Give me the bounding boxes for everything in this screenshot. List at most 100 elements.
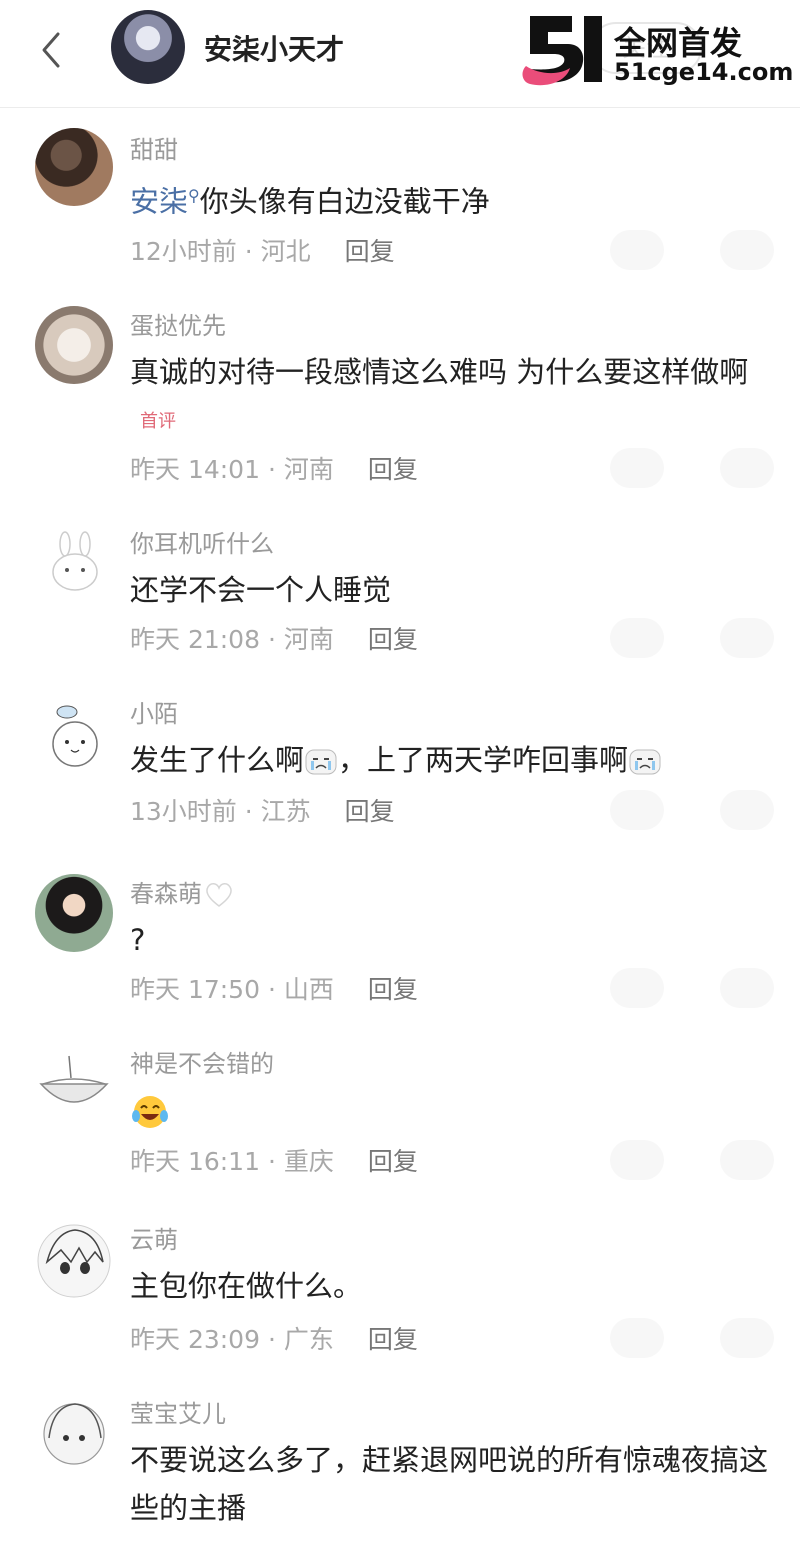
comment-meta: 昨天 17:50 · 山西 回复: [130, 975, 418, 1004]
comment-text: [130, 1086, 770, 1134]
watermark-line2: 51cge14.com: [614, 58, 794, 86]
comment-location: 河北: [260, 237, 311, 266]
reply-button[interactable]: 回复: [368, 1147, 418, 1176]
comment-time: 昨天 21:08: [130, 625, 260, 654]
like-icon[interactable]: [610, 230, 664, 270]
comment-username[interactable]: 春森萌: [130, 874, 234, 909]
dislike-icon[interactable]: [720, 618, 774, 658]
comment-username[interactable]: 小陌: [130, 694, 178, 729]
bowl-doodle-avatar-icon: [39, 1055, 109, 1103]
reply-button[interactable]: 回复: [368, 455, 418, 484]
comment-username[interactable]: 蛋挞优先: [130, 306, 226, 341]
comment-username[interactable]: 你耳机听什么: [130, 524, 274, 559]
like-controls: [610, 790, 780, 830]
comment-time: 昨天 23:09: [130, 1325, 260, 1354]
top-bar: 安柒小天才 关注 全网首发 51cge14.com: [0, 0, 800, 108]
avatar[interactable]: [35, 524, 113, 602]
profile-name[interactable]: 安柒小天才: [204, 28, 344, 68]
comment-item: 你耳机听什么 还学不会一个人睡觉 昨天 21:08 · 河南 回复: [0, 502, 800, 672]
like-controls: [610, 618, 780, 658]
avatar[interactable]: [35, 694, 113, 772]
mention-link[interactable]: 安柒: [130, 185, 188, 219]
like-icon[interactable]: [610, 1318, 664, 1358]
comment-meta: 昨天 14:01 · 河南 回复: [130, 455, 418, 484]
like-icon[interactable]: [610, 1140, 664, 1180]
comment-meta: 昨天 21:08 · 河南 回复: [130, 625, 418, 654]
dislike-icon[interactable]: [720, 230, 774, 270]
dislike-icon[interactable]: [720, 790, 774, 830]
comment-body: 主包你在做什么。: [130, 1269, 363, 1303]
reply-button[interactable]: 回复: [368, 975, 418, 1004]
comment-username[interactable]: 甜甜: [130, 130, 178, 165]
comment-list: 甜甜 安柒⚲你头像有白边没截干净 12小时前 · 河北 回复 蛋挞优先 真诚的对待…: [0, 108, 800, 1542]
avatar[interactable]: [35, 306, 113, 384]
sketch-girl-avatar-icon: [43, 1403, 105, 1465]
comment-body: 真诚的对待一段感情这么难吗 为什么要这样做啊: [130, 355, 749, 389]
comment-text: 安柒⚲你头像有白边没截干净: [130, 172, 770, 226]
comment-meta: 12小时前 · 河北 回复: [130, 237, 395, 266]
like-controls: [610, 968, 780, 1008]
comment-body: 不要说这么多了，赶紧退网吧说的所有惊魂夜搞这些的主播: [130, 1443, 769, 1525]
comment-text: ?: [130, 916, 770, 964]
comment-item: 神是不会错的 昨天 16:11 · 重庆 回复: [0, 1022, 800, 1202]
comment-time: 昨天 17:50: [130, 975, 260, 1004]
comment-body: 还学不会一个人睡觉: [130, 573, 392, 607]
comment-body: 发生了什么啊: [130, 743, 305, 777]
comment-meta: 昨天 23:09 · 广东 回复: [130, 1325, 418, 1354]
like-icon[interactable]: [610, 618, 664, 658]
comment-username[interactable]: 云萌: [130, 1220, 178, 1255]
comment-item: 春森萌 ? 昨天 17:50 · 山西 回复: [0, 852, 800, 1022]
like-controls: [610, 1140, 780, 1180]
like-controls: [610, 230, 780, 270]
comment-body: ?: [130, 923, 146, 957]
laughing-crying-emoji-icon: [132, 1096, 168, 1128]
avatar[interactable]: [35, 128, 113, 206]
reply-button[interactable]: 回复: [345, 797, 395, 826]
comment-username[interactable]: 神是不会错的: [130, 1044, 274, 1079]
username-text: 春森萌: [130, 880, 202, 908]
like-controls: [610, 448, 780, 488]
watermark-logo: 全网首发 51cge14.com: [520, 14, 795, 88]
like-icon[interactable]: [610, 968, 664, 1008]
comment-body-2: ，上了两天学咋回事啊: [338, 743, 629, 777]
dislike-icon[interactable]: [720, 1318, 774, 1358]
cat-doodle-avatar-icon: [52, 705, 98, 767]
comment-text: 主包你在做什么。: [130, 1262, 770, 1310]
comment-time: 12小时前: [130, 237, 237, 266]
comment-location: 广东: [283, 1325, 334, 1354]
back-arrow-icon[interactable]: [34, 28, 70, 72]
avatar[interactable]: [35, 1044, 113, 1122]
avatar[interactable]: [35, 1394, 113, 1472]
crying-emoji-icon: [305, 749, 337, 775]
like-icon[interactable]: [610, 790, 664, 830]
comment-username[interactable]: 莹宝艾儿: [130, 1394, 226, 1429]
like-icon[interactable]: [610, 448, 664, 488]
avatar[interactable]: [35, 874, 113, 952]
profile-avatar[interactable]: [111, 10, 185, 84]
first-comment-badge: 首评: [140, 411, 176, 432]
reply-button[interactable]: 回复: [345, 237, 395, 266]
reply-button[interactable]: 回复: [368, 1325, 418, 1354]
comment-location: 河南: [283, 625, 334, 654]
dislike-icon[interactable]: [720, 968, 774, 1008]
dislike-icon[interactable]: [720, 448, 774, 488]
mention-search-icon: ⚲: [188, 186, 200, 205]
comment-text: 发生了什么啊 ，上了两天学咋回事啊: [130, 736, 770, 784]
comment-text: 还学不会一个人睡觉: [130, 566, 770, 614]
comment-body: 你头像有白边没截干净: [199, 184, 490, 219]
comment-text: 真诚的对待一段感情这么难吗 为什么要这样做啊首评: [130, 348, 770, 446]
bunny-avatar-icon: [52, 531, 98, 591]
dislike-icon[interactable]: [720, 1140, 774, 1180]
avatar[interactable]: [35, 1222, 113, 1300]
reply-button[interactable]: 回复: [368, 625, 418, 654]
like-controls: [610, 1318, 780, 1358]
comment-location: 重庆: [283, 1147, 334, 1176]
white-heart-icon: [206, 883, 232, 907]
comment-text: 不要说这么多了，赶紧退网吧说的所有惊魂夜搞这些的主播: [130, 1436, 770, 1532]
comment-item: 甜甜 安柒⚲你头像有白边没截干净 12小时前 · 河北 回复: [0, 108, 800, 284]
crying-emoji-icon: [629, 749, 661, 775]
comment-item: 小陌 发生了什么啊 ，上了两天学咋回事啊 13小时前 · 江苏 回复: [0, 672, 800, 852]
comment-item: 莹宝艾儿 不要说这么多了，赶紧退网吧说的所有惊魂夜搞这些的主播: [0, 1372, 800, 1542]
comment-item: 蛋挞优先 真诚的对待一段感情这么难吗 为什么要这样做啊首评 昨天 14:01 ·…: [0, 284, 800, 502]
comment-meta: 昨天 16:11 · 重庆 回复: [130, 1147, 418, 1176]
